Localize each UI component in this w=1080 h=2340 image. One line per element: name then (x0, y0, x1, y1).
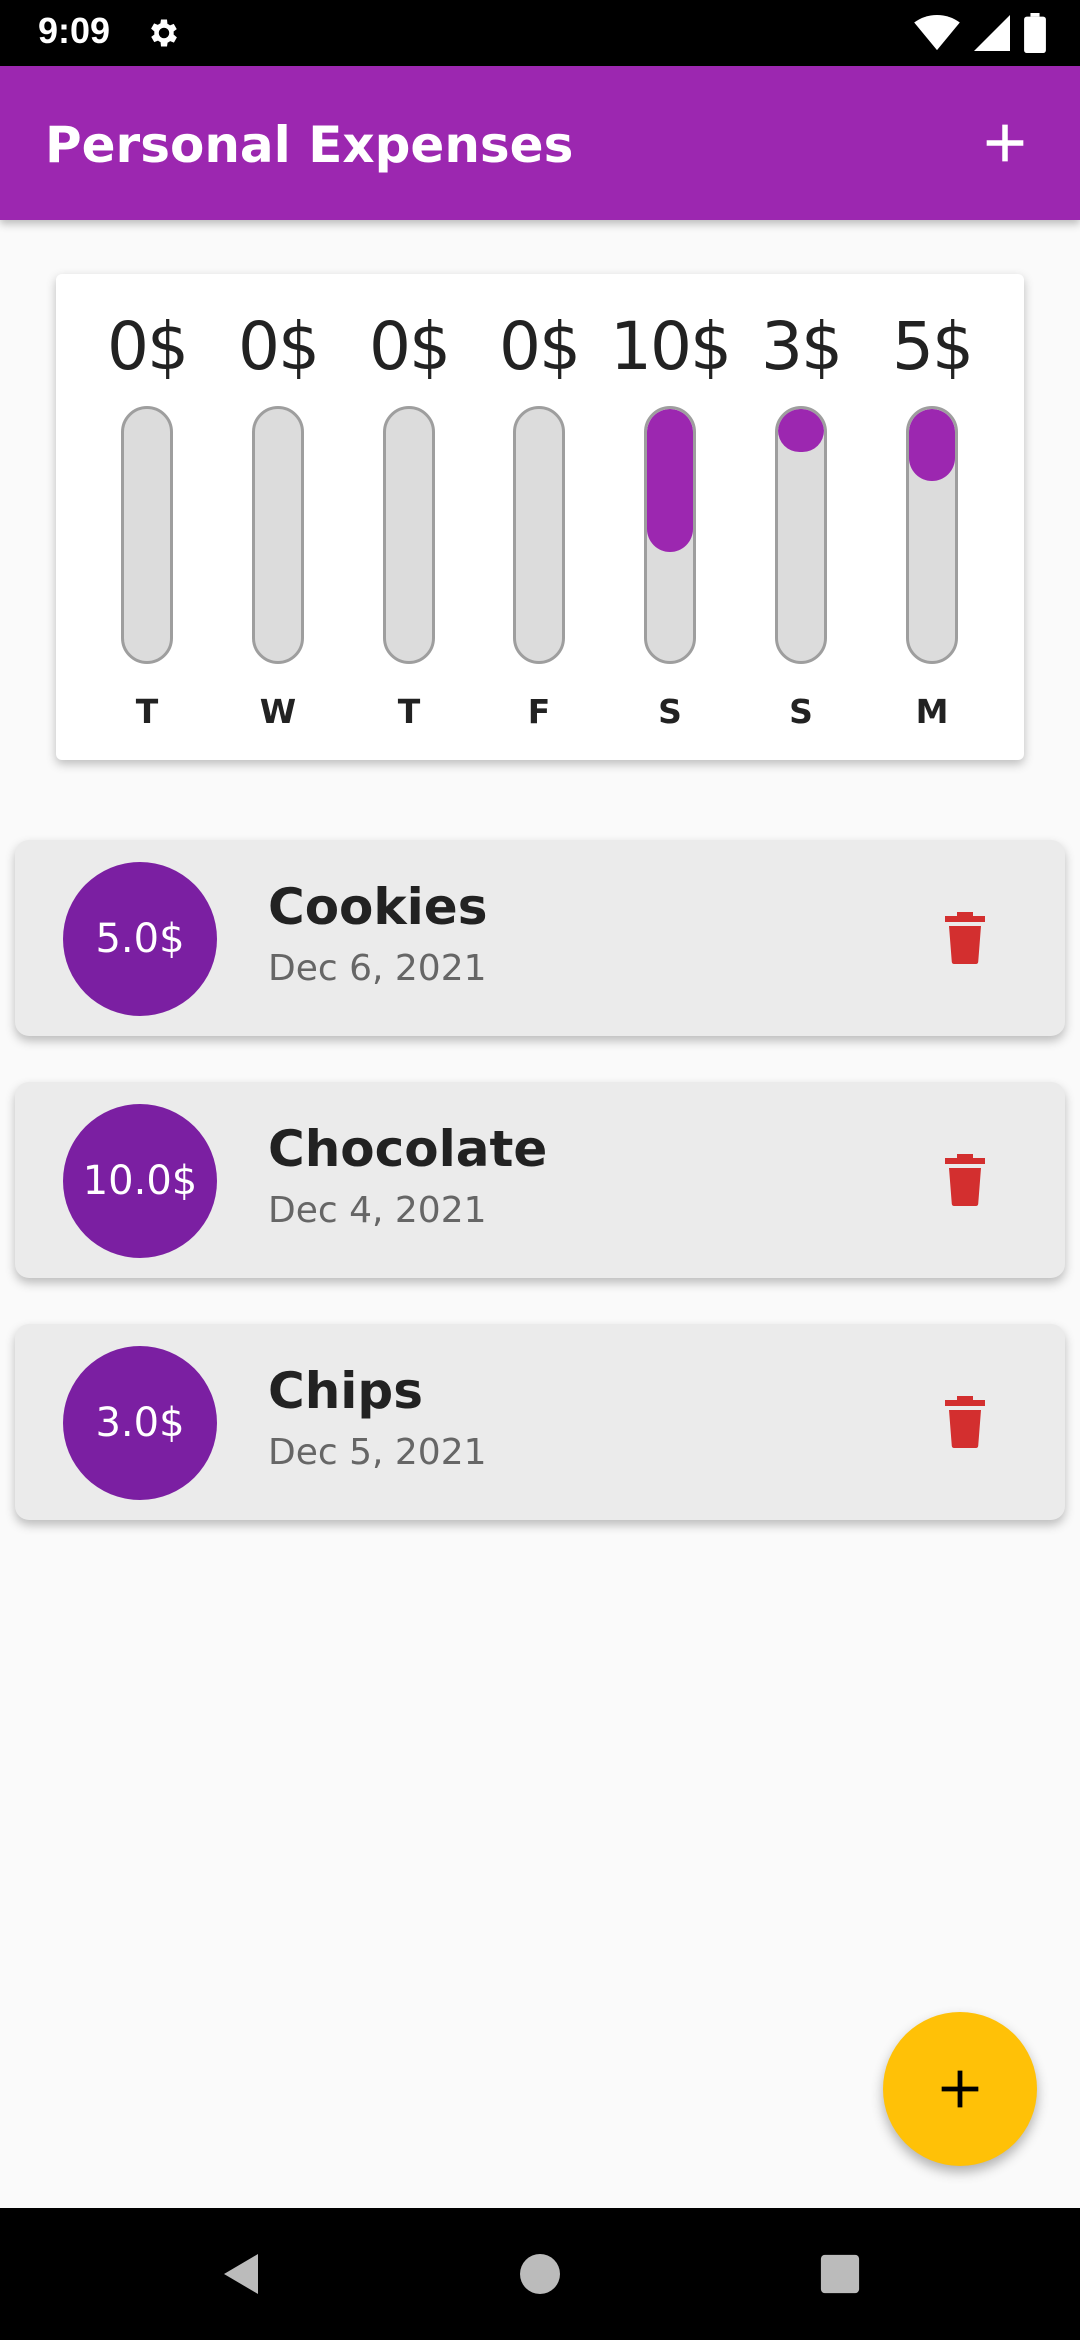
amount-avatar: 3.0$ (63, 1346, 217, 1500)
delete-button[interactable] (935, 1150, 995, 1210)
add-expense-button[interactable] (970, 108, 1040, 178)
chart-bar-track (775, 406, 827, 664)
weekly-chart: 0$ T 0$ W 0$ T 0$ F 10$ S 3$ S 5$ M (56, 274, 1024, 760)
trash-icon (945, 1396, 985, 1448)
chart-day-label: F (527, 692, 551, 731)
delete-button[interactable] (935, 1392, 995, 1452)
system-nav-bar (0, 2208, 1080, 2340)
plus-icon (941, 2070, 979, 2108)
transaction-title: Cookies (268, 878, 488, 936)
add-transaction-fab[interactable] (883, 2012, 1037, 2166)
transaction-item[interactable]: 5.0$ Cookies Dec 6, 2021 (15, 840, 1065, 1036)
chart-bar-fill (909, 409, 955, 481)
nav-recents-button[interactable] (816, 2250, 864, 2298)
chart-day-label: S (789, 692, 813, 731)
gear-icon (151, 19, 177, 47)
status-time: 9:09 (38, 10, 111, 51)
page-title: Personal Expenses (45, 116, 574, 174)
chart-day-label: S (658, 692, 682, 731)
transaction-item[interactable]: 10.0$ Chocolate Dec 4, 2021 (15, 1082, 1065, 1278)
chart-day-label: M (915, 692, 949, 731)
transaction-date: Dec 6, 2021 (268, 948, 487, 989)
recents-icon (820, 2254, 860, 2294)
chart-bar: 0$ T (87, 274, 207, 760)
transaction-item[interactable]: 3.0$ Chips Dec 5, 2021 (15, 1324, 1065, 1520)
nav-back-button[interactable] (216, 2250, 264, 2298)
back-icon (224, 2254, 258, 2294)
chart-bar-track (121, 406, 173, 664)
transaction-date: Dec 4, 2021 (268, 1190, 487, 1231)
chart-bar: 0$ T (349, 274, 469, 760)
chart-bar-track (383, 406, 435, 664)
chart-day-label: W (259, 692, 297, 731)
nav-home-button[interactable] (516, 2250, 564, 2298)
status-bar: 9:09 (0, 0, 1080, 66)
delete-button[interactable] (935, 908, 995, 968)
amount-avatar: 10.0$ (63, 1104, 217, 1258)
amount-label: 5.0$ (95, 916, 185, 962)
chart-bar-track (513, 406, 565, 664)
status-icons (914, 12, 1046, 54)
amount-label: 10.0$ (82, 1158, 198, 1204)
chart-bar-track (906, 406, 958, 664)
transaction-title: Chocolate (268, 1120, 548, 1178)
chart-day-label: T (397, 692, 421, 731)
chart-bar: 10$ S (610, 274, 732, 760)
chart-bar-fill (778, 409, 824, 452)
transaction-date: Dec 5, 2021 (268, 1432, 487, 1473)
chart-amount-label: 5$ (892, 308, 974, 385)
chart-bar-track (252, 406, 304, 664)
chart-bar: 0$ W (218, 274, 338, 760)
chart-bar-track (644, 406, 696, 664)
app-bar: Personal Expenses (0, 66, 1080, 220)
chart-bar: 3$ S (741, 274, 861, 760)
amount-label: 3.0$ (95, 1400, 185, 1446)
plus-icon (986, 124, 1024, 162)
wifi-icon (914, 14, 960, 51)
chart-day-label: T (135, 692, 159, 731)
chart-bar-fill (647, 409, 693, 553)
trash-icon (945, 1154, 985, 1206)
transaction-title: Chips (268, 1362, 423, 1420)
home-icon (520, 2254, 560, 2294)
chart-bar: 5$ M (872, 274, 992, 760)
amount-avatar: 5.0$ (63, 862, 217, 1016)
signal-icon (974, 15, 1010, 51)
chart-bar: 0$ F (479, 274, 599, 760)
trash-icon (945, 912, 985, 964)
battery-icon (1024, 13, 1046, 53)
